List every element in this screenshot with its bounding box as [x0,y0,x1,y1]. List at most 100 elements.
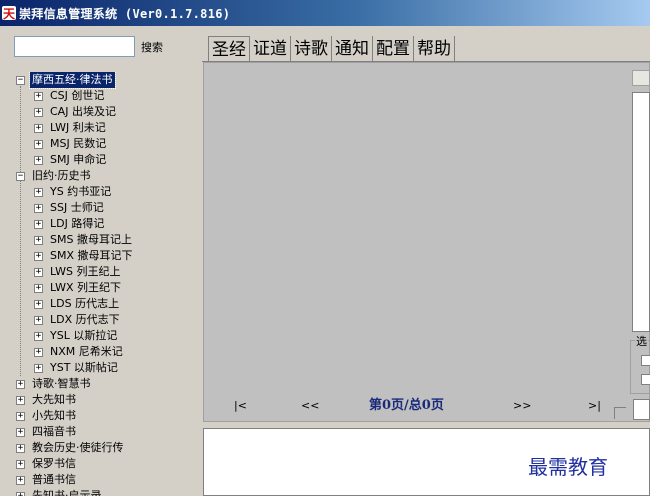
tree-category[interactable]: − 旧约·历史书 [12,168,192,184]
tree-category[interactable]: + 先知书·启示录 [12,488,192,496]
expand-icon[interactable]: + [34,235,43,245]
expand-icon[interactable]: + [34,203,43,213]
book-tree: − 摩西五经·律法书 + CSJ 创世记 + CAJ 出埃及记 + LWJ 利未记 + MSJ 民… [12,72,192,496]
tree-book-item[interactable]: + YST 以斯帖记 [12,360,192,376]
tree-category-label: 先知书·启示录 [32,489,102,496]
tree-book-item[interactable]: + LWS 列王纪上 [12,264,192,280]
tree-book-item[interactable]: + LDS 历代志上 [12,296,192,312]
tree-book-label: YST 以斯帖记 [50,361,118,374]
tree-category-label: 普通书信 [32,473,76,486]
tree-book-item[interactable]: + SMX 撒母耳记下 [12,248,192,264]
expand-icon[interactable]: + [16,379,25,389]
tree-book-item[interactable]: + CSJ 创世记 [12,88,192,104]
collapse-icon[interactable]: − [16,171,25,181]
expand-icon[interactable]: + [16,411,25,421]
tree-category[interactable]: + 大先知书 [12,392,192,408]
tree-book-label: LDX 历代志下 [50,313,120,326]
search-input[interactable] [14,36,135,57]
tree-category-label: 旧约·历史书 [32,169,91,182]
expand-icon[interactable]: + [16,475,25,485]
window-title: 崇拜信息管理系统 (Ver0.1.7.816) [19,6,231,21]
expand-icon[interactable]: + [34,91,43,101]
tree-book-item[interactable]: + LDX 历代志下 [12,312,192,328]
tree-category-label: 摩西五经·律法书 [29,72,116,89]
expand-icon[interactable]: + [34,187,43,197]
prev-page-button[interactable]: << [301,396,319,416]
tree-book-label: LWX 列王纪下 [50,281,122,294]
side-option-checkbox-1[interactable] [641,355,650,366]
expand-icon[interactable]: + [16,427,25,437]
tree-category-label: 教会历史·使徒行传 [32,441,124,454]
expand-icon[interactable]: + [16,395,25,405]
tree-book-label: SMX 撒母耳记下 [50,249,133,262]
tree-book-item[interactable]: + NXM 尼希米记 [12,344,192,360]
expand-icon[interactable]: + [16,459,25,469]
expand-icon[interactable]: + [34,363,43,373]
content-panel [203,62,650,422]
side-input-field[interactable] [633,399,650,420]
tab-5[interactable]: 帮助 [414,36,455,62]
tree-book-label: MSJ 民数记 [50,137,107,150]
tree-book-item[interactable]: + LDJ 路得记 [12,216,192,232]
collapse-icon[interactable]: − [16,75,25,85]
tree-category-label: 四福音书 [32,425,76,438]
expand-icon[interactable]: + [34,107,43,117]
tree-book-item[interactable]: + MSJ 民数记 [12,136,192,152]
side-list-box[interactable] [632,92,650,332]
tree-category[interactable]: + 教会历史·使徒行传 [12,440,192,456]
expand-icon[interactable]: + [34,283,43,293]
tree-book-item[interactable]: + YSL 以斯拉记 [12,328,192,344]
expand-icon[interactable]: + [34,155,43,165]
title-bar: 天 崇拜信息管理系统 (Ver0.1.7.816) [0,0,650,26]
last-page-button[interactable]: >| [588,396,601,416]
tab-4[interactable]: 配置 [373,36,414,62]
next-page-button[interactable]: >> [513,396,531,416]
tree-book-label: SMS 撒母耳记上 [50,233,132,246]
tree-book-item[interactable]: + SMS 撒母耳记上 [12,232,192,248]
search-bar: 搜索 [14,36,163,57]
tree-book-item[interactable]: + YS 约书亚记 [12,184,192,200]
expand-icon[interactable]: + [16,443,25,453]
expand-icon[interactable]: + [34,267,43,277]
tree-book-label: CSJ 创世记 [50,89,105,102]
tab-0[interactable]: 圣经 [208,36,250,63]
first-page-button[interactable]: |< [234,396,247,416]
tab-2[interactable]: 诗歌 [291,36,332,62]
tree-category[interactable]: − 摩西五经·律法书 [12,72,192,89]
expand-icon[interactable]: + [34,331,43,341]
expand-icon[interactable]: + [16,491,25,496]
expand-icon[interactable]: + [34,139,43,149]
tree-book-label: CAJ 出埃及记 [50,105,116,118]
resize-corner [614,407,626,419]
tree-category[interactable]: + 普通书信 [12,472,192,488]
tree-category-label: 大先知书 [32,393,76,406]
tree-category-label: 保罗书信 [32,457,76,470]
tree-book-item[interactable]: + LWJ 利未记 [12,120,192,136]
expand-icon[interactable]: + [34,315,43,325]
expand-icon[interactable]: + [34,123,43,133]
tree-category[interactable]: + 四福音书 [12,424,192,440]
side-panel-header [632,70,650,86]
expand-icon[interactable]: + [34,347,43,357]
expand-icon[interactable]: + [34,251,43,261]
tree-category-label: 诗歌·智慧书 [32,377,91,390]
tree-book-label: LWJ 利未记 [50,121,106,134]
tree-category[interactable]: + 保罗书信 [12,456,192,472]
tree-category[interactable]: + 诗歌·智慧书 [12,376,192,392]
tree-book-label: SSJ 士师记 [50,201,104,214]
tree-book-label: LDS 历代志上 [50,297,120,310]
tree-book-label: SMJ 申命记 [50,153,107,166]
tree-category[interactable]: + 小先知书 [12,408,192,424]
tree-book-item[interactable]: + LWX 列王纪下 [12,280,192,296]
expand-icon[interactable]: + [34,219,43,229]
side-option-checkbox-2[interactable] [641,374,650,385]
tab-1[interactable]: 证道 [250,36,291,62]
tree-book-item[interactable]: + SMJ 申命记 [12,152,192,168]
side-group-label: 选 [635,333,648,349]
tree-book-item[interactable]: + SSJ 士师记 [12,200,192,216]
tree-book-item[interactable]: + CAJ 出埃及记 [12,104,192,120]
tab-3[interactable]: 通知 [332,36,373,62]
tree-category-label: 小先知书 [32,409,76,422]
search-button[interactable]: 搜索 [141,39,163,55]
expand-icon[interactable]: + [34,299,43,309]
